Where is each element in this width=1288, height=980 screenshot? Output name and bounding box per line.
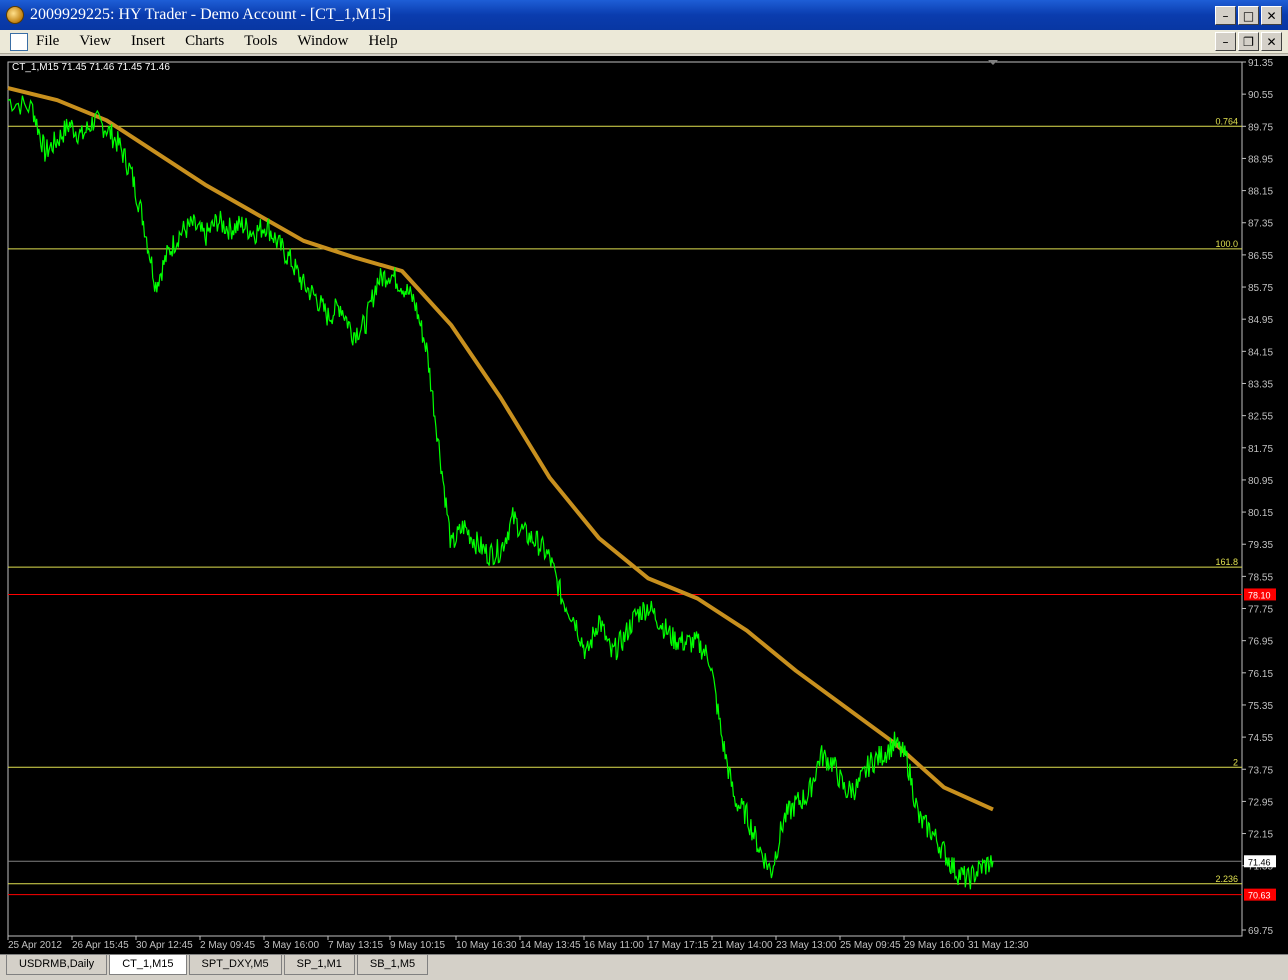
tab-spt-dxy-m5[interactable]: SPT_DXY,M5 bbox=[188, 955, 282, 975]
y-tick-label: 75.35 bbox=[1248, 701, 1273, 712]
y-tick-label: 88.95 bbox=[1248, 154, 1273, 165]
y-tick-label: 74.55 bbox=[1248, 733, 1273, 744]
y-tick-label: 85.75 bbox=[1248, 283, 1273, 294]
menu-file[interactable]: File bbox=[28, 33, 69, 50]
x-tick-label: 9 May 10:15 bbox=[390, 940, 445, 951]
title-bar: 2009929225: HY Trader - Demo Account - [… bbox=[0, 0, 1288, 30]
y-tick-label: 73.75 bbox=[1248, 765, 1273, 776]
price-line bbox=[7, 95, 994, 890]
y-tick-label: 83.35 bbox=[1248, 379, 1273, 390]
plot-frame bbox=[7, 61, 1243, 937]
y-tick-label: 86.55 bbox=[1248, 251, 1273, 262]
close-button[interactable]: ✕ bbox=[1261, 6, 1282, 25]
app-logo-icon bbox=[6, 6, 24, 24]
current-price-label: 71.46 bbox=[1248, 857, 1271, 867]
fib-level-label: 2 bbox=[1233, 757, 1238, 767]
x-tick-label: 3 May 16:00 bbox=[264, 940, 319, 951]
y-tick-label: 80.95 bbox=[1248, 476, 1273, 487]
menu-tools[interactable]: Tools bbox=[234, 33, 287, 50]
mdi-restore-button[interactable]: ❐ bbox=[1238, 32, 1259, 51]
fib-level-label: 161.8 bbox=[1215, 557, 1238, 567]
y-tick-label: 84.15 bbox=[1248, 347, 1273, 358]
tab-usdrmb-daily[interactable]: USDRMB,Daily bbox=[6, 955, 108, 975]
y-tick-label: 91.35 bbox=[1248, 58, 1273, 69]
y-tick-label: 72.15 bbox=[1248, 830, 1273, 841]
tab-sp1-m1[interactable]: SP_1,M1 bbox=[283, 955, 355, 975]
x-tick-label: 7 May 13:15 bbox=[328, 940, 383, 951]
y-tick-label: 81.75 bbox=[1248, 444, 1273, 455]
sr-price-label: 78.10 bbox=[1248, 590, 1271, 600]
x-tick-label: 2 May 09:45 bbox=[200, 940, 255, 951]
x-tick-label: 21 May 14:00 bbox=[712, 940, 773, 951]
y-tick-label: 78.55 bbox=[1248, 572, 1273, 583]
x-tick-label: 16 May 11:00 bbox=[584, 940, 644, 951]
y-tick-label: 80.15 bbox=[1248, 508, 1273, 519]
y-tick-label: 76.95 bbox=[1248, 637, 1273, 648]
x-tick-label: 14 May 13:45 bbox=[520, 940, 581, 951]
x-tick-label: 23 May 13:00 bbox=[776, 940, 837, 951]
y-tick-label: 76.15 bbox=[1248, 669, 1273, 680]
menu-insert[interactable]: Insert bbox=[121, 33, 175, 50]
x-tick-label: 17 May 17:15 bbox=[648, 940, 709, 951]
y-tick-label: 84.95 bbox=[1248, 315, 1273, 326]
y-tick-label: 69.75 bbox=[1248, 926, 1273, 937]
fib-level-label: 100.0 bbox=[1215, 239, 1238, 249]
y-tick-label: 87.35 bbox=[1248, 219, 1273, 230]
chart-canvas[interactable]: 91.35 90.55 89.75 88.95 88.15 87.35 86.55 85.75… bbox=[0, 56, 1288, 954]
sr-price-label: 70.63 bbox=[1248, 891, 1271, 901]
x-tick-label: 10 May 16:30 bbox=[456, 940, 517, 951]
mdi-minimize-button[interactable]: – bbox=[1215, 32, 1236, 51]
y-tick-label: 79.35 bbox=[1248, 540, 1273, 551]
y-tick-label: 72.95 bbox=[1248, 797, 1273, 808]
mdi-close-button[interactable]: ✕ bbox=[1261, 32, 1282, 51]
x-tick-label: 25 Apr 2012 bbox=[8, 940, 62, 951]
tab-sb1-m5[interactable]: SB_1,M5 bbox=[356, 955, 429, 975]
chart-tabs: USDRMB,Daily CT_1,M15 SPT_DXY,M5 SP_1,M1… bbox=[0, 954, 1288, 980]
y-tick-label: 82.55 bbox=[1248, 412, 1273, 423]
tab-ct1-m15[interactable]: CT_1,M15 bbox=[109, 955, 187, 975]
fib-level-label: 2.236 bbox=[1215, 874, 1238, 884]
moving-average-line bbox=[7, 86, 994, 812]
window-title: 2009929225: HY Trader - Demo Account - [… bbox=[30, 6, 392, 23]
menu-charts[interactable]: Charts bbox=[175, 33, 234, 50]
x-tick-label: 29 May 16:00 bbox=[904, 940, 965, 951]
price-chart[interactable]: 91.35 90.55 89.75 88.95 88.15 87.35 86.55 85.75… bbox=[0, 56, 1288, 954]
fib-level-label: 0.764 bbox=[1215, 116, 1238, 126]
menu-help[interactable]: Help bbox=[358, 33, 407, 50]
x-tick-label: 26 Apr 15:45 bbox=[72, 940, 129, 951]
y-tick-label: 77.75 bbox=[1248, 605, 1273, 616]
x-tick-label: 31 May 12:30 bbox=[968, 940, 1029, 951]
chart-info-label: CT_1,M15 71.45 71.46 71.45 71.46 bbox=[12, 62, 170, 73]
mdi-controls: – ❐ ✕ bbox=[1215, 32, 1282, 51]
maximize-button[interactable]: □ bbox=[1238, 6, 1259, 25]
x-tick-label: 25 May 09:45 bbox=[840, 940, 901, 951]
minimize-button[interactable]: – bbox=[1215, 6, 1236, 25]
chart-document-icon[interactable] bbox=[10, 32, 28, 51]
window-controls: – □ ✕ bbox=[1215, 6, 1282, 25]
x-tick-label: 30 Apr 12:45 bbox=[136, 940, 193, 951]
y-tick-label: 89.75 bbox=[1248, 122, 1273, 133]
menu-view[interactable]: View bbox=[69, 33, 121, 50]
menu-window[interactable]: Window bbox=[287, 33, 358, 50]
y-tick-label: 88.15 bbox=[1248, 187, 1273, 198]
menu-bar: File View Insert Charts Tools Window Hel… bbox=[0, 30, 1288, 54]
y-tick-label: 90.55 bbox=[1248, 90, 1273, 101]
